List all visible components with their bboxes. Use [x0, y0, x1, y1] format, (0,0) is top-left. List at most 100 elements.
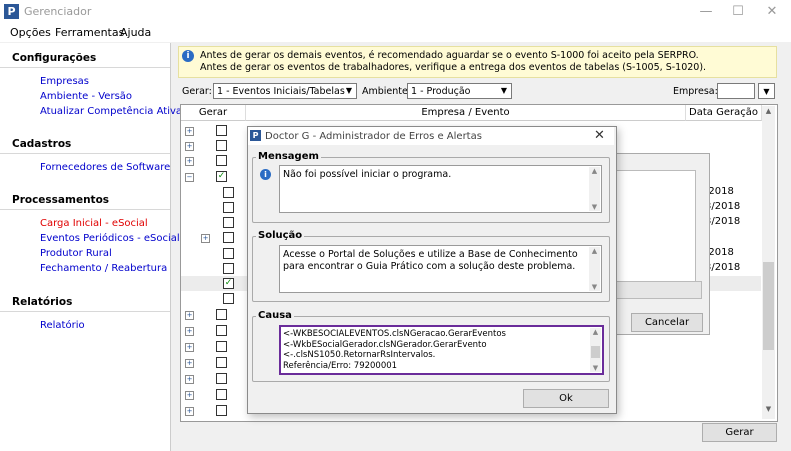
scroll-up-icon[interactable]: ▲ — [763, 107, 774, 115]
maximize-button[interactable]: ☐ — [721, 0, 755, 24]
dialog-title: Doctor G - Administrador de Erros e Aler… — [265, 131, 482, 142]
solucao-text: Acesse o Portal de Soluções e utilize a … — [283, 249, 578, 272]
scroll-up-icon[interactable]: ▲ — [589, 167, 600, 175]
row-checkbox[interactable] — [216, 309, 227, 320]
ambiente-select-value: 1 - Produção — [411, 86, 471, 97]
row-checkbox[interactable] — [216, 373, 227, 384]
solucao-title: Solução — [256, 230, 305, 241]
row-checkbox[interactable] — [223, 202, 234, 213]
expand-icon[interactable]: + — [185, 391, 194, 400]
row-checkbox-checked[interactable]: ✓ — [216, 171, 227, 182]
row-checkbox[interactable] — [223, 293, 234, 304]
link-fechamento-reabertura[interactable]: Fechamento / Reabertura — [40, 263, 167, 274]
column-header-gerar[interactable]: Gerar — [181, 105, 246, 121]
chevron-down-icon: ▼ — [763, 87, 770, 96]
row-checkbox-checked[interactable]: ✓ — [223, 278, 234, 289]
gerar-select[interactable]: 1 - Eventos Iniciais/Tabelas ▼ — [213, 83, 357, 99]
empresa-input[interactable] — [717, 83, 755, 99]
expand-icon[interactable]: + — [185, 343, 194, 352]
scrollbar[interactable]: ▲ ▼ — [589, 247, 600, 291]
expand-icon[interactable]: + — [185, 359, 194, 368]
expand-icon[interactable]: + — [201, 234, 210, 243]
close-window-button[interactable]: ✕ — [755, 0, 789, 24]
causa-line: Referência/Erro: 79200001 — [283, 360, 398, 371]
row-checkbox[interactable] — [216, 357, 227, 368]
section-configuracoes: Configurações — [12, 52, 97, 64]
expand-icon[interactable]: + — [185, 127, 194, 136]
link-empresas[interactable]: Empresas — [40, 76, 89, 87]
divider — [0, 209, 170, 210]
close-dialog-button[interactable]: ✕ — [594, 128, 605, 143]
collapse-icon[interactable]: − — [185, 173, 194, 182]
empresa-dropdown-button[interactable]: ▼ — [758, 83, 775, 99]
row-checkbox[interactable] — [216, 405, 227, 416]
scroll-up-icon[interactable]: ▲ — [590, 328, 601, 336]
date-cell: 3/2018 — [705, 216, 741, 227]
link-eventos-periodicos[interactable]: Eventos Periódicos - eSocial — [40, 233, 180, 244]
row-checkbox[interactable] — [223, 187, 234, 198]
link-produtor-rural[interactable]: Produtor Rural — [40, 248, 112, 259]
row-checkbox[interactable] — [223, 248, 234, 259]
link-ambiente-versao[interactable]: Ambiente - Versão — [40, 91, 132, 102]
section-relatorios: Relatórios — [12, 296, 73, 308]
column-header-data[interactable]: Data Geração — [686, 105, 762, 121]
dialog-app-icon: P — [250, 130, 261, 141]
scroll-down-icon[interactable]: ▼ — [589, 283, 600, 291]
link-relatorio[interactable]: Relatório — [40, 320, 85, 331]
scrollbar[interactable]: ▲ ▼ — [589, 167, 600, 211]
expand-icon[interactable]: + — [185, 311, 194, 320]
scroll-thumb[interactable] — [763, 262, 774, 350]
gerar-button[interactable]: Gerar — [702, 423, 777, 442]
row-checkbox[interactable] — [216, 155, 227, 166]
empresa-label: Empresa: — [673, 86, 718, 97]
menu-ajuda[interactable]: Ajuda — [120, 26, 151, 39]
divider — [0, 311, 170, 312]
row-checkbox[interactable] — [223, 232, 234, 243]
row-checkbox[interactable] — [216, 140, 227, 151]
row-checkbox[interactable] — [223, 263, 234, 274]
gerar-label: Gerar: — [182, 86, 212, 97]
gerar-select-value: 1 - Eventos Iniciais/Tabelas — [217, 86, 345, 97]
row-checkbox[interactable] — [216, 325, 227, 336]
link-carga-inicial[interactable]: Carga Inicial - eSocial — [40, 218, 148, 229]
window-title: Gerenciador — [24, 5, 92, 18]
section-cadastros: Cadastros — [12, 138, 72, 150]
expand-icon[interactable]: + — [185, 142, 194, 151]
mensagem-title: Mensagem — [256, 151, 321, 162]
ok-button[interactable]: Ok — [523, 389, 609, 408]
menu-opcoes[interactable]: Opções — [10, 26, 51, 39]
ambiente-label: Ambiente: — [362, 86, 412, 97]
causa-line: <-.clsNS1050.RetornarRsIntervalos. — [283, 350, 436, 360]
scroll-down-icon[interactable]: ▼ — [590, 364, 601, 372]
row-checkbox[interactable] — [223, 217, 234, 228]
chevron-down-icon: ▼ — [500, 86, 508, 95]
scroll-down-icon[interactable]: ▼ — [589, 203, 600, 211]
causa-line: <-WkbESocialGerador.clsNGerador.GerarEve… — [283, 339, 487, 350]
mensagem-text: Não foi possível iniciar o programa. — [283, 169, 452, 180]
divider — [0, 67, 170, 68]
row-checkbox[interactable] — [216, 341, 227, 352]
causa-line: <-WKBESOCIALEVENTOS.clsNGeracao.GerarEve… — [283, 329, 506, 339]
scrollbar[interactable]: ▲ ▼ — [590, 328, 601, 372]
scroll-thumb[interactable] — [591, 346, 600, 358]
info-text-1: Antes de gerar os demais eventos, é reco… — [200, 50, 699, 61]
expand-icon[interactable]: + — [185, 375, 194, 384]
menu-ferramentas[interactable]: Ferramentas — [55, 26, 124, 39]
info-text-2: Antes de gerar os eventos de trabalhador… — [200, 62, 707, 73]
row-checkbox[interactable] — [216, 389, 227, 400]
info-icon: i — [260, 169, 271, 180]
row-checkbox[interactable] — [216, 125, 227, 136]
scroll-up-icon[interactable]: ▲ — [589, 247, 600, 255]
scroll-down-icon[interactable]: ▼ — [763, 405, 774, 413]
section-processamentos: Processamentos — [12, 194, 110, 206]
expand-icon[interactable]: + — [185, 157, 194, 166]
expand-icon[interactable]: + — [185, 327, 194, 336]
causa-title: Causa — [256, 310, 294, 321]
cancel-button[interactable]: Cancelar — [631, 313, 703, 332]
link-fornecedores[interactable]: Fornecedores de Software — [40, 162, 170, 173]
expand-icon[interactable]: + — [185, 407, 194, 416]
column-header-empresa[interactable]: Empresa / Evento — [246, 105, 686, 121]
ambiente-select[interactable]: 1 - Produção ▼ — [407, 83, 512, 99]
minimize-button[interactable]: — — [689, 0, 723, 24]
link-atualizar-competencia[interactable]: Atualizar Competência Ativa — [40, 106, 182, 117]
